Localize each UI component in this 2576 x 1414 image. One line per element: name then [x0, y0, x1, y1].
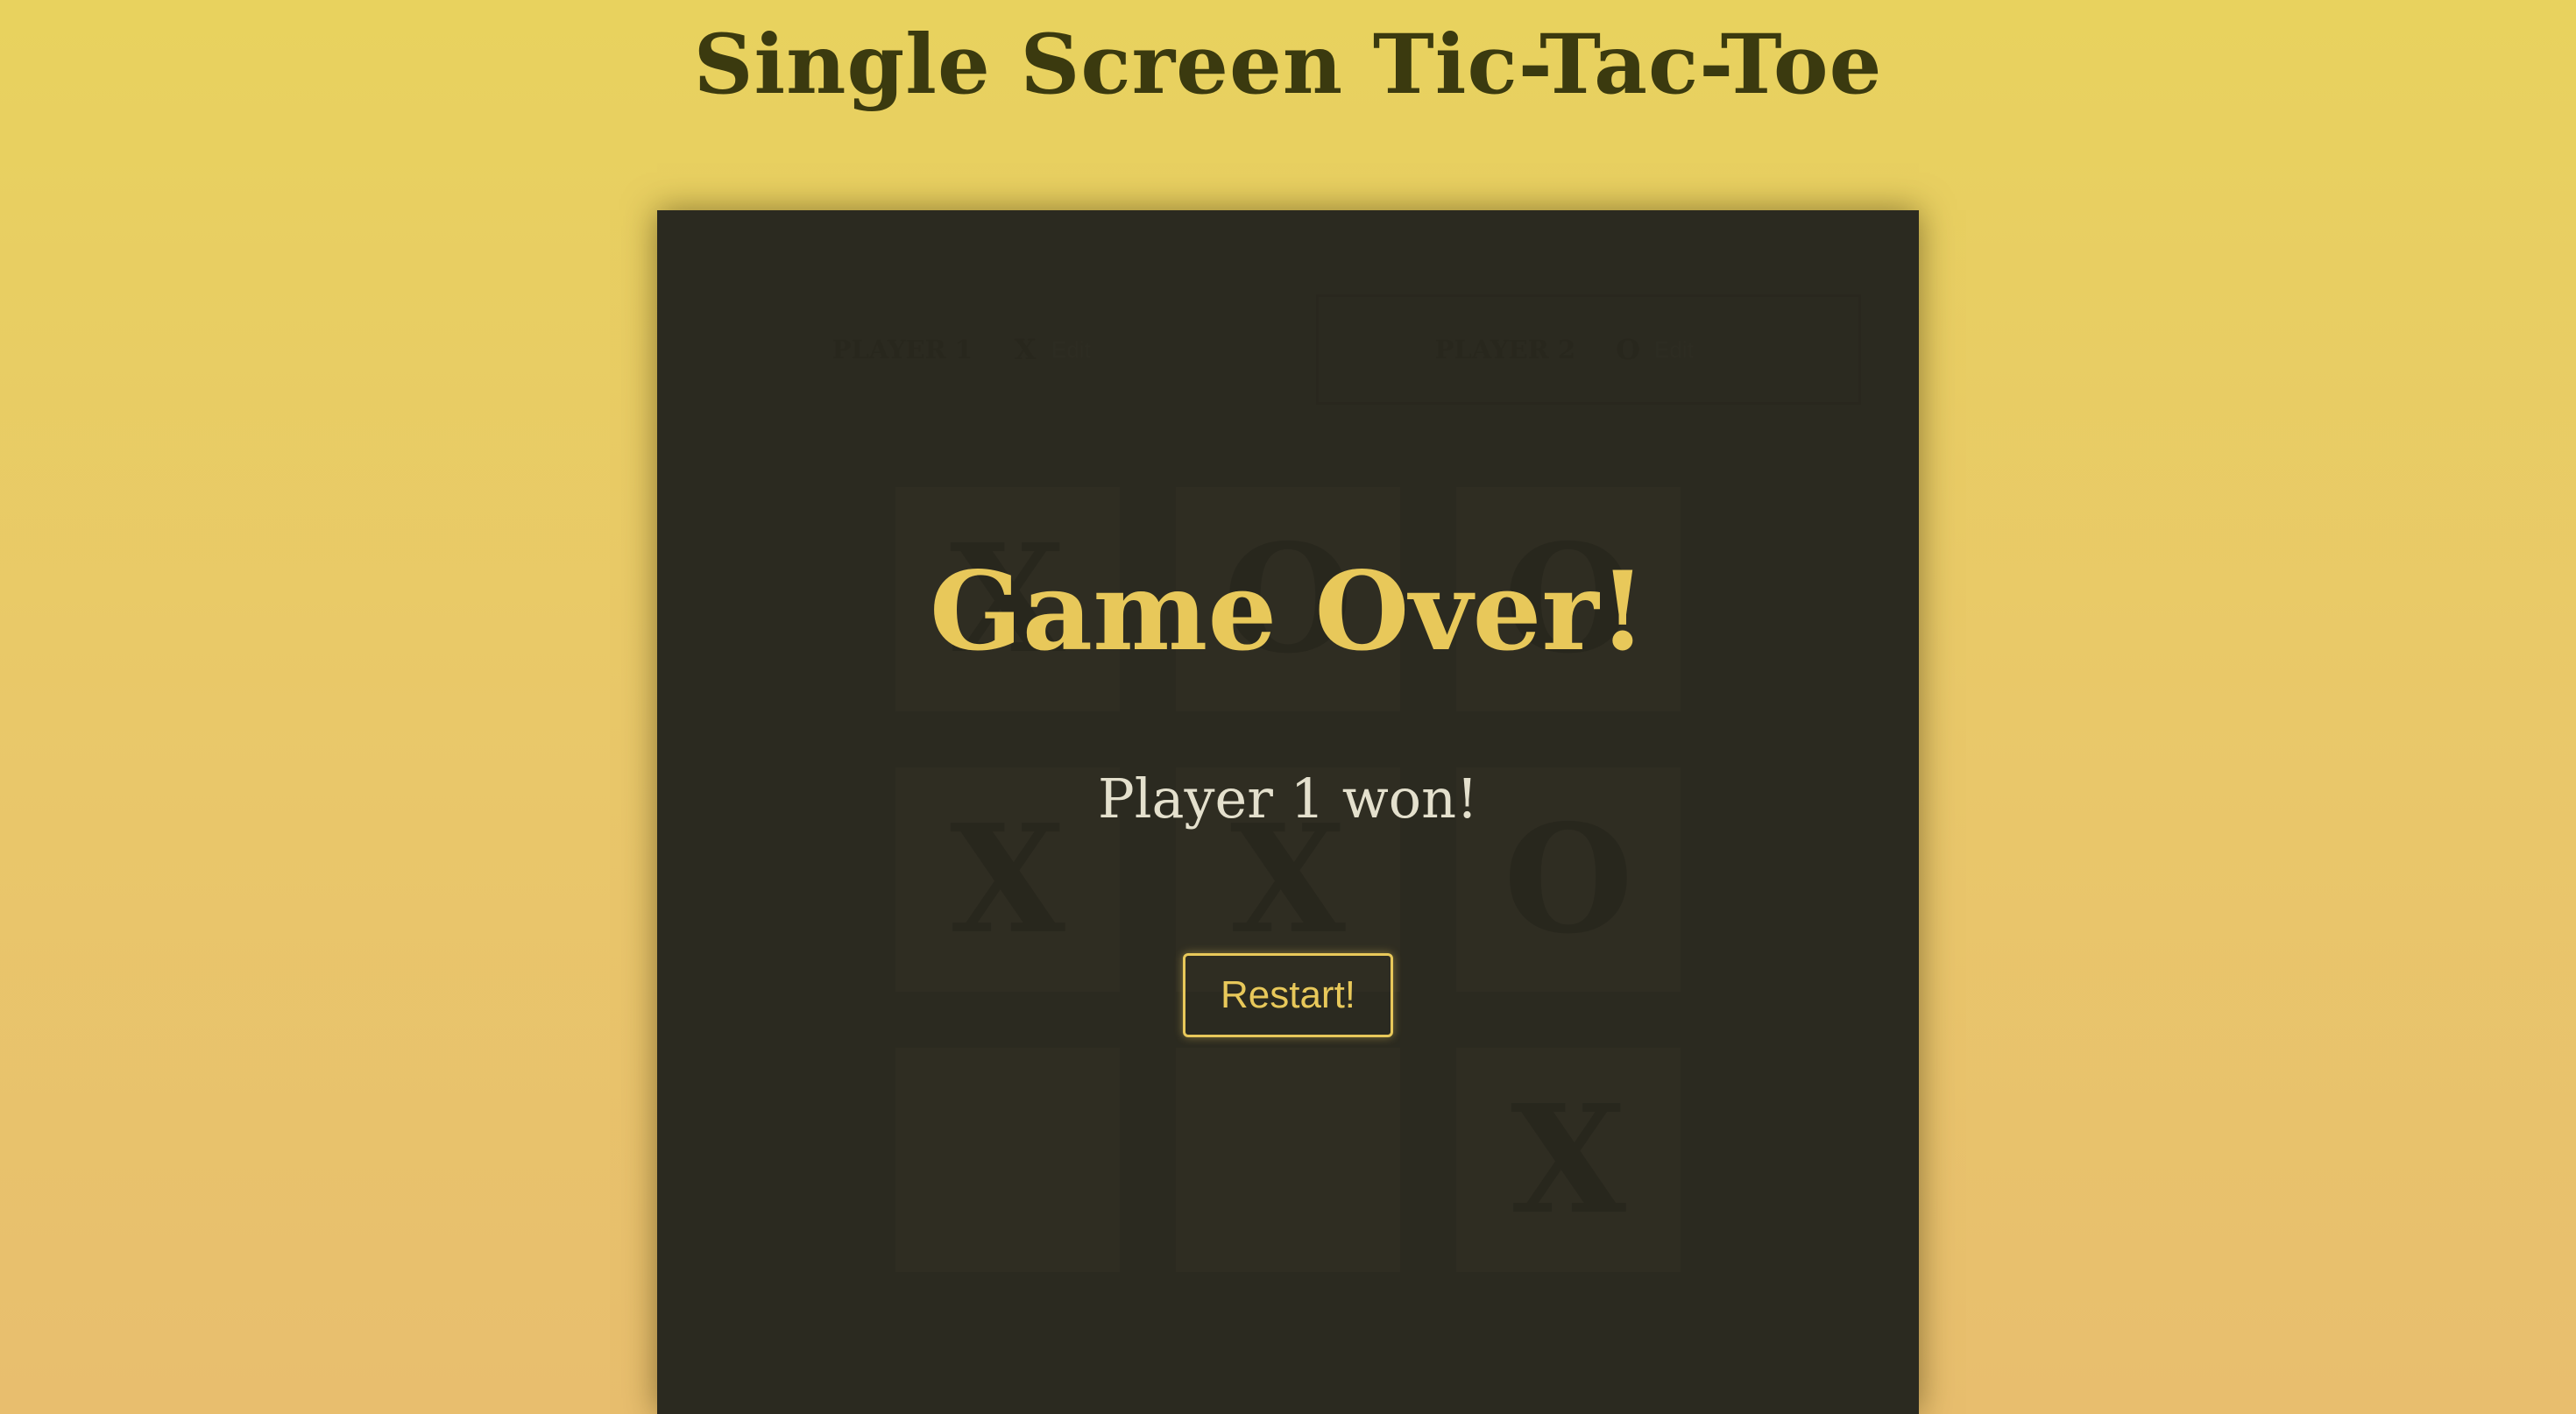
game-panel: PLAYER 1 X Edit PLAYER 2 O Edit X O O X …: [657, 210, 1919, 1414]
game-over-title: Game Over!: [929, 548, 1647, 675]
game-over-overlay: Game Over! Player 1 won! Restart!: [657, 210, 1919, 1414]
winner-message: Player 1 won!: [1098, 767, 1478, 831]
restart-button[interactable]: Restart!: [1183, 953, 1393, 1037]
page-title: Single Screen Tic-Tac-Toe: [693, 17, 1883, 113]
